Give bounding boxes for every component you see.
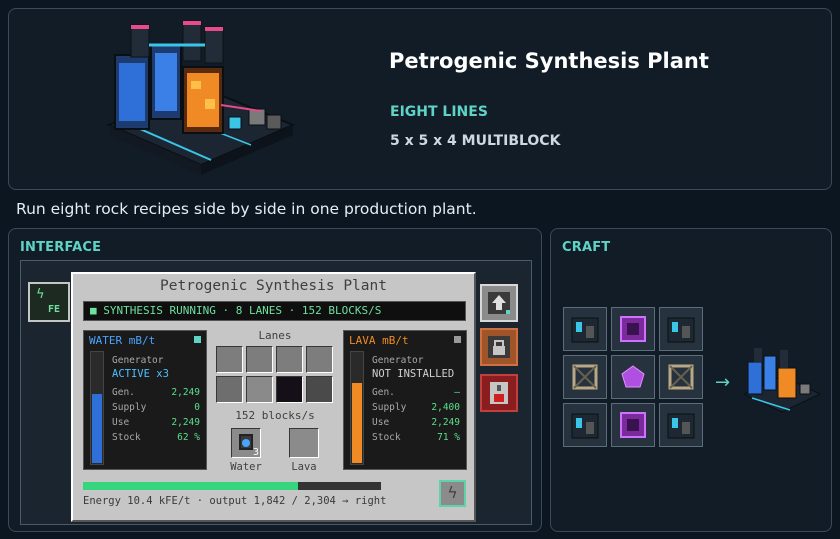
water-tank-title: WATER mB/t <box>89 334 156 347</box>
lane-slot[interactable] <box>246 376 273 403</box>
water-indicator <box>194 336 201 343</box>
water-row-value: 2,249 <box>171 417 200 428</box>
lava-row-value: 2,400 <box>431 402 460 413</box>
craft-slot-crystal[interactable] <box>611 355 655 399</box>
plate-icon <box>620 412 646 438</box>
craft-slot-frame[interactable] <box>563 355 607 399</box>
water-row-label: Stock <box>112 432 141 443</box>
craft-slot-machine[interactable] <box>563 307 607 351</box>
lane-slot[interactable] <box>276 346 303 373</box>
rate-label: 152 blocks/s <box>235 409 315 422</box>
water-row-label: Supply <box>112 402 147 413</box>
water-bucket-slot[interactable]: 3 <box>231 428 261 458</box>
lane-slot[interactable] <box>216 346 243 373</box>
lava-slot-label: Lava <box>291 461 317 473</box>
lava-generator-label: Generator <box>372 355 424 366</box>
water-row-value: 2,249 <box>171 387 200 398</box>
water-gauge-fill <box>92 393 102 463</box>
plate-icon <box>620 316 646 342</box>
energy-bar-fill <box>83 482 298 490</box>
machine-gui: Petrogenic Synthesis Plant ■ SYNTHESIS R… <box>71 272 476 522</box>
status-bar: ■ SYNTHESIS RUNNING · 8 LANES · 152 BLOC… <box>83 301 466 321</box>
water-gauge <box>90 351 104 465</box>
lava-row-label: Stock <box>372 432 401 443</box>
lava-gauge-fill <box>352 383 362 463</box>
craft-slot-plate[interactable] <box>611 403 655 447</box>
lane-slot[interactable] <box>306 346 333 373</box>
lava-indicator <box>454 336 461 343</box>
lava-row-label: Supply <box>372 402 407 413</box>
water-row-label: Use <box>112 417 130 428</box>
frame-icon <box>668 364 694 390</box>
water-row-value: 0 <box>194 402 200 413</box>
upload-button[interactable] <box>480 284 518 322</box>
description: Run eight rock recipes side by side in o… <box>16 200 477 218</box>
water-slot-count: 3 <box>252 447 259 458</box>
redstone-icon <box>490 382 508 404</box>
gui-title: Petrogenic Synthesis Plant <box>160 278 387 294</box>
upload-icon <box>488 292 510 314</box>
craft-label: CRAFT <box>562 240 611 255</box>
water-tank-panel: WATER mB/t Generator ACTIVE x3 Gen. 2,24… <box>83 330 207 470</box>
lava-row-label: Use <box>372 417 390 428</box>
water-row-label: Gen. <box>112 387 135 398</box>
water-generator-label: Generator <box>112 355 164 366</box>
crystal-icon <box>621 365 645 388</box>
multiblock-render-icon <box>106 20 296 175</box>
water-row-value: 62 % <box>177 432 200 443</box>
craft-slot-machine[interactable] <box>659 307 703 351</box>
page-title: Petrogenic Synthesis Plant <box>389 49 709 73</box>
redstone-button[interactable] <box>480 374 518 412</box>
power-toggle-button[interactable]: ϟ <box>439 480 466 507</box>
lock-button[interactable] <box>480 328 518 366</box>
frame-icon <box>572 364 598 390</box>
fe-label: FE <box>48 304 61 315</box>
lava-tank-panel: LAVA mB/t Generator NOT INSTALLED Gen. —… <box>343 330 467 470</box>
craft-slot-machine[interactable] <box>563 403 607 447</box>
lane-slot[interactable] <box>246 346 273 373</box>
lane-slot[interactable] <box>216 376 243 403</box>
lava-row-label: Gen. <box>372 387 395 398</box>
machine-icon <box>571 413 599 439</box>
energy-bar <box>83 482 381 490</box>
craft-slot-plate[interactable] <box>611 307 655 351</box>
energy-text: Energy 10.4 kFE/t · output 1,842 / 2,304… <box>83 495 387 507</box>
result-item-icon[interactable] <box>740 340 824 420</box>
lava-row-value: 71 % <box>437 432 460 443</box>
header-card: Petrogenic Synthesis Plant EIGHT LINES 5… <box>8 8 832 190</box>
craft-slot-frame[interactable] <box>659 355 703 399</box>
craft-slot-machine[interactable] <box>659 403 703 447</box>
size-label: 5 x 5 x 4 MULTIBLOCK <box>390 133 561 149</box>
lock-icon <box>488 336 510 358</box>
craft-arrow: → <box>715 372 731 393</box>
subtitle: EIGHT LINES <box>390 104 488 120</box>
water-slot-label: Water <box>230 461 262 473</box>
lava-row-value: — <box>454 387 460 398</box>
lava-generator-value: NOT INSTALLED <box>372 368 455 380</box>
lava-bucket-slot[interactable] <box>289 428 319 458</box>
water-generator-value: ACTIVE x3 <box>112 368 169 380</box>
interface-label: INTERFACE <box>20 240 102 255</box>
machine-icon <box>667 317 695 343</box>
lightning-icon: ϟ <box>36 287 45 302</box>
lava-row-value: 2,249 <box>431 417 460 428</box>
lava-tank-title: LAVA mB/t <box>349 334 409 347</box>
machine-icon <box>571 317 599 343</box>
lane-slot[interactable] <box>276 376 303 403</box>
fe-button[interactable]: ϟ FE <box>28 282 70 322</box>
lane-slot[interactable] <box>306 376 333 403</box>
machine-icon <box>667 413 695 439</box>
water-drop <box>242 439 250 447</box>
lava-gauge <box>350 351 364 465</box>
bolt-icon: ϟ <box>447 483 458 502</box>
lanes-label: Lanes <box>258 329 292 342</box>
